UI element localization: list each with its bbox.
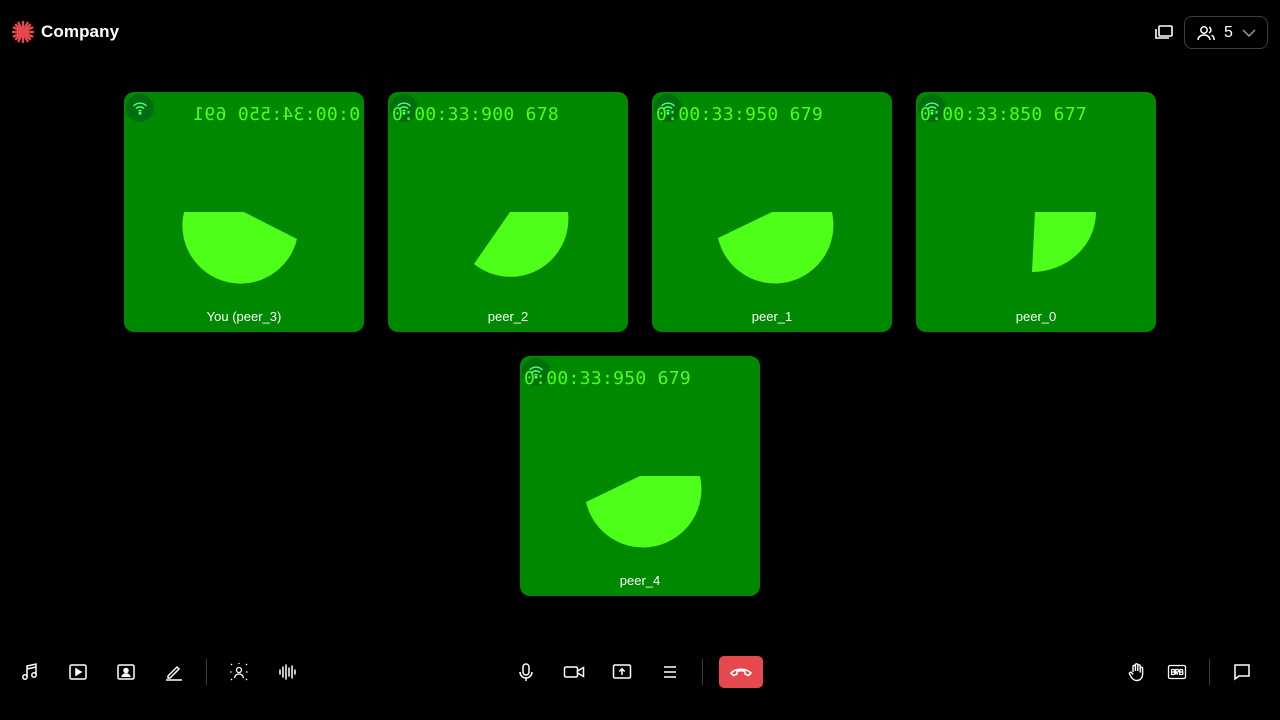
participant-name: You (peer_3) <box>206 309 282 324</box>
toolbar-divider <box>206 659 207 685</box>
virtual-background-icon <box>117 664 135 680</box>
participant-name: peer_1 <box>751 309 793 324</box>
effects-button[interactable] <box>227 660 251 684</box>
brb-button[interactable] <box>1165 660 1189 684</box>
screen-share-icon <box>612 664 632 679</box>
video-frame-shape <box>182 212 297 284</box>
camera-button[interactable] <box>562 660 586 684</box>
video-tile[interactable]: 0:00:33:950 679 peer_4 <box>520 356 760 596</box>
more-menu-button[interactable] <box>658 660 682 684</box>
leave-call-icon <box>729 668 753 677</box>
whiteboard-pen-icon <box>166 665 182 681</box>
layout-toggle-button[interactable] <box>1150 20 1178 44</box>
brand-name: Company <box>41 22 120 41</box>
screen-share-button[interactable] <box>610 660 634 684</box>
whiteboard-button[interactable] <box>162 660 186 684</box>
participant-name: peer_4 <box>619 573 661 588</box>
raise-hand-icon <box>1128 663 1144 682</box>
video-tile[interactable]: 0:00:33:900 678 peer_2 <box>388 92 628 332</box>
microphone-icon <box>519 663 533 681</box>
people-icon <box>1197 25 1215 40</box>
brb-icon <box>1167 664 1187 680</box>
video-tile[interactable]: 0:00:33:950 679 peer_1 <box>652 92 892 332</box>
video-frame-shape <box>1032 212 1096 272</box>
participants-button[interactable]: 5 <box>1184 16 1268 49</box>
video-call-app: Company 5 0:00:34:550 691 You (peer_3) 0… <box>0 0 1280 720</box>
participant-name: peer_2 <box>487 309 529 324</box>
video-frame-shape <box>586 476 702 548</box>
toolbar-divider <box>1209 659 1210 685</box>
video-tile[interactable]: 0:00:34:550 691 You (peer_3) <box>124 92 364 332</box>
pip-layout-icon <box>1155 25 1173 39</box>
noise-suppression-button[interactable] <box>275 660 299 684</box>
raise-hand-button[interactable] <box>1124 660 1148 684</box>
brand: Company <box>11 20 119 44</box>
call-controls-toolbar <box>0 648 1280 696</box>
camera-icon <box>563 666 585 678</box>
participant-name: peer_0 <box>1015 309 1057 324</box>
leave-call-button[interactable] <box>719 656 763 688</box>
chat-icon <box>1234 664 1250 681</box>
microphone-button[interactable] <box>514 660 538 684</box>
effects-icon <box>230 663 248 681</box>
video-frame-shape <box>474 212 569 277</box>
chevron-down-icon <box>1242 28 1256 37</box>
video-playlist-button[interactable] <box>66 660 90 684</box>
video-tile[interactable]: 0:00:33:850 677 peer_0 <box>916 92 1156 332</box>
virtual-background-button[interactable] <box>114 660 138 684</box>
more-menu-icon <box>664 666 676 678</box>
header: Company 5 <box>0 0 1280 64</box>
music-icon <box>22 663 37 680</box>
brand-logo-icon <box>11 20 35 44</box>
chat-button[interactable] <box>1230 660 1254 684</box>
music-button[interactable] <box>18 660 42 684</box>
participants-count: 5 <box>1224 23 1233 41</box>
video-playlist-icon <box>69 664 87 680</box>
noise-wave-icon <box>279 664 296 680</box>
toolbar-divider <box>702 659 703 685</box>
video-frame-shape <box>718 212 834 284</box>
